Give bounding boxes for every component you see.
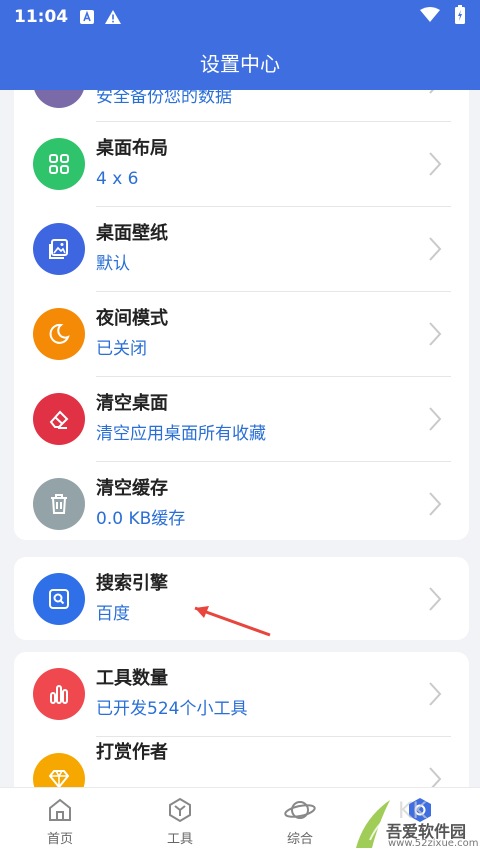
nav-home[interactable]: 首页 [15, 796, 105, 847]
chevron-right-icon [429, 682, 442, 706]
setting-row-wallpaper[interactable]: 桌面壁纸 默认 [14, 207, 469, 291]
nav-tools-label: 工具 [166, 832, 193, 847]
setting-title-night: 夜间模式 [96, 308, 168, 329]
setting-row-reward[interactable]: 打赏作者 [14, 737, 469, 787]
backup-icon [33, 90, 85, 108]
setting-row-clear-cache[interactable]: 清空缓存 0.0 KB缓存 [14, 462, 469, 546]
planet-icon [284, 801, 316, 819]
chevron-right-icon [429, 152, 442, 176]
eraser-icon [33, 393, 85, 445]
setting-row-tool-count[interactable]: 工具数量 已开发524个小工具 [14, 652, 469, 736]
tools-icon [169, 797, 191, 823]
setting-title-tool-count: 工具数量 [96, 668, 168, 689]
nav-general-label: 综合 [286, 832, 313, 847]
status-bar: 11:04 [0, 0, 480, 34]
search-icon [33, 573, 85, 625]
home-icon [49, 798, 71, 821]
battery-icon [454, 4, 466, 30]
app-notification-icon [78, 8, 96, 26]
page-title: 设置中心 [200, 51, 280, 76]
trash-icon [33, 478, 85, 530]
wallpaper-icon [33, 223, 85, 275]
chevron-right-icon [429, 407, 442, 431]
settings-card-about: 工具数量 已开发524个小工具 打赏作者 [14, 652, 469, 787]
chevron-right-icon [429, 322, 442, 346]
setting-row-clear-desktop[interactable]: 清空桌面 清空应用桌面所有收藏 [14, 377, 469, 461]
setting-sub-tool-count: 已开发524个小工具 [96, 699, 248, 719]
setting-row-backup[interactable]: 安全备份您的数据 [14, 90, 469, 124]
chevron-right-icon [429, 492, 442, 516]
nav-tools[interactable]: 工具 [135, 796, 225, 847]
setting-title-clear-desktop: 清空桌面 [96, 393, 168, 414]
grid-icon [33, 138, 85, 190]
watermark-url: www.52zixue.com [388, 838, 479, 849]
chevron-right-icon [429, 237, 442, 261]
bar-chart-icon [33, 668, 85, 720]
setting-sub-search: 百度 [96, 604, 130, 624]
setting-row-layout[interactable]: 桌面布局 4 x 6 [14, 122, 469, 206]
setting-title-clear-cache: 清空缓存 [96, 478, 168, 499]
diamond-icon [33, 753, 85, 787]
settings-card-general: 安全备份您的数据 桌面布局 4 x 6 桌面壁纸 默认 夜间模式 已关闭 清空桌… [14, 90, 469, 540]
chevron-right-icon [429, 767, 442, 787]
setting-sub-layout: 4 x 6 [96, 169, 139, 189]
setting-sub-night: 已关闭 [96, 339, 147, 359]
moon-icon [33, 308, 85, 360]
chevron-right-icon [429, 587, 442, 611]
title-bar: 设置中心 [0, 34, 480, 90]
nav-general[interactable]: 综合 [255, 796, 345, 847]
setting-title-layout: 桌面布局 [96, 138, 168, 159]
nav-home-label: 首页 [46, 832, 73, 847]
setting-title-reward: 打赏作者 [96, 742, 168, 763]
status-time: 11:04 [14, 7, 69, 27]
wifi-icon [420, 6, 440, 28]
setting-sub-wallpaper: 默认 [96, 254, 130, 274]
setting-title-search: 搜索引擎 [96, 573, 168, 594]
setting-sub-backup: 安全备份您的数据 [96, 90, 232, 107]
annotation-arrow [194, 606, 271, 637]
warning-icon [104, 8, 122, 26]
setting-row-night-mode[interactable]: 夜间模式 已关闭 [14, 292, 469, 376]
setting-sub-clear-cache: 0.0 KB缓存 [96, 509, 186, 529]
settings-list[interactable]: 安全备份您的数据 桌面布局 4 x 6 桌面壁纸 默认 夜间模式 已关闭 清空桌… [0, 90, 480, 787]
setting-sub-clear-desktop: 清空应用桌面所有收藏 [96, 424, 266, 444]
setting-title-wallpaper: 桌面壁纸 [96, 223, 168, 244]
chevron-right-icon [429, 90, 435, 94]
